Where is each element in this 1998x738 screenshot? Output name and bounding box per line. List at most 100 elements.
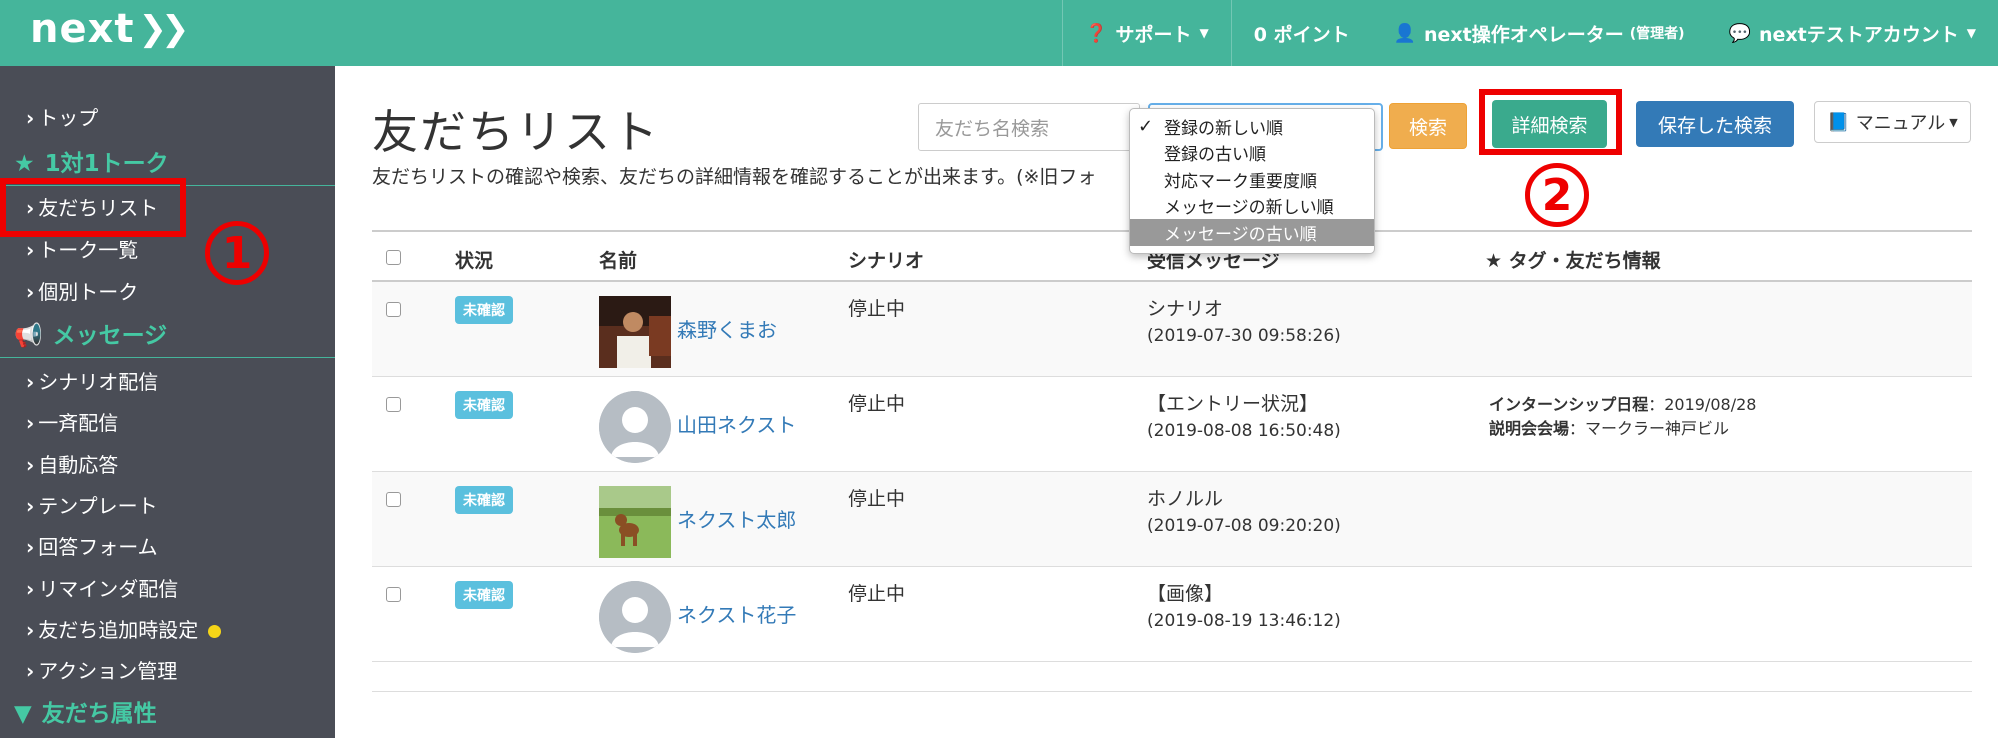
chevron-right-icon: › xyxy=(26,411,35,435)
table-row[interactable]: 未確認 ネクスト太郎 停止中 ホノルル (2019-07-08 09:20:20… xyxy=(372,472,1972,567)
caret-down-icon: ▼ xyxy=(1199,26,1209,40)
header-status[interactable]: 状況 xyxy=(455,246,493,273)
search-placeholder: 友だち名検索 xyxy=(935,117,1050,140)
chevron-right-icon: › xyxy=(26,370,35,394)
points-display[interactable]: 0 ポイント xyxy=(1230,0,1372,66)
sidebar-item-individual-talk[interactable]: › 個別トーク xyxy=(26,276,138,305)
detail-search-button[interactable]: 詳細検索 xyxy=(1492,100,1607,148)
sidebar-item-label: 友だち追加時設定 xyxy=(38,618,199,642)
sidebar-divider xyxy=(0,357,335,358)
operator-role: (管理者) xyxy=(1629,26,1685,42)
table-row[interactable]: 未確認 森野くまお 停止中 シナリオ (2019-07-30 09:58:26) xyxy=(372,282,1972,377)
book-icon: 📘 xyxy=(1827,111,1850,133)
section-label: 1対1トーク xyxy=(44,151,169,177)
filter-icon: ▼ xyxy=(14,701,32,727)
scenario-status: 停止中 xyxy=(848,298,906,320)
logo-text: next xyxy=(30,6,135,52)
sidebar-section-talk: ★ 1対1トーク xyxy=(14,144,169,178)
sort-option[interactable]: メッセージの新しい順 xyxy=(1130,193,1374,220)
received-message: シナリオ xyxy=(1147,298,1224,320)
sort-option[interactable]: ✓ 登録の新しい順 xyxy=(1130,113,1374,140)
sort-option[interactable]: 登録の古い順 xyxy=(1130,140,1374,167)
table-row[interactable]: 未確認 山田ネクスト 停止中 【エントリー状況】 (2019-08-08 16:… xyxy=(372,377,1972,472)
friend-name-link[interactable]: ネクスト太郎 xyxy=(677,504,796,533)
row-checkbox[interactable] xyxy=(386,302,401,317)
sidebar-item-friend-add-settings[interactable]: › 友だち追加時設定 xyxy=(26,614,222,643)
support-menu[interactable]: ❓ サポート ▼ xyxy=(1062,0,1231,66)
question-circle-icon: ❓ xyxy=(1085,22,1108,44)
tag-separator: ： xyxy=(1569,419,1586,438)
chevron-right-icon: › xyxy=(26,659,35,683)
friend-name-link[interactable]: 山田ネクスト xyxy=(677,409,796,438)
sort-option-label: 登録の古い順 xyxy=(1164,145,1266,166)
sidebar-item-top[interactable]: › トップ xyxy=(26,102,98,131)
sort-option-label: メッセージの新しい順 xyxy=(1164,198,1334,219)
header-tags[interactable]: ★ タグ・友だち情報 xyxy=(1485,246,1661,273)
sort-option-label: メッセージの古い順 xyxy=(1164,224,1317,245)
message-time: (2019-08-08 16:50:48) xyxy=(1147,421,1341,441)
account-menu[interactable]: 💬 nextテストアカウント ▼ xyxy=(1707,0,1998,66)
sidebar-item-label: 回答フォーム xyxy=(38,535,158,559)
avatar xyxy=(599,581,671,653)
tag-label: インターンシップ日程 xyxy=(1489,395,1649,414)
saved-search-button[interactable]: 保存した検索 xyxy=(1636,101,1794,147)
status-badge: 未確認 xyxy=(455,391,513,419)
sidebar-item-scenario[interactable]: › シナリオ配信 xyxy=(26,366,158,395)
section-label: 友だち属性 xyxy=(41,701,157,727)
tag-label: 説明会会場 xyxy=(1489,419,1570,438)
operator-menu[interactable]: 👤 next操作オペレーター (管理者) xyxy=(1372,0,1707,66)
message-time: (2019-07-30 09:58:26) xyxy=(1147,326,1341,346)
table-bottom-divider xyxy=(372,691,1972,692)
tag-value: マークラー神戸ビル xyxy=(1585,419,1730,438)
sidebar-item-template[interactable]: › テンプレート xyxy=(26,490,158,519)
sidebar-item-reminder[interactable]: › リマインダ配信 xyxy=(26,573,178,602)
star-icon: ★ xyxy=(14,151,35,177)
check-icon: ✓ xyxy=(1138,115,1154,137)
row-checkbox[interactable] xyxy=(386,587,401,602)
caret-down-icon: ▼ xyxy=(1949,115,1958,129)
friend-name-link[interactable]: 森野くまお xyxy=(677,314,777,343)
sidebar-item-answer-form[interactable]: › 回答フォーム xyxy=(26,531,158,560)
status-badge: 未確認 xyxy=(455,581,513,609)
message-time: (2019-08-19 13:46:12) xyxy=(1147,611,1341,631)
scenario-status: 停止中 xyxy=(848,393,906,415)
points-label: 0 ポイント xyxy=(1253,23,1350,46)
select-all-checkbox[interactable] xyxy=(386,250,401,265)
received-message: 【エントリー状況】 xyxy=(1147,393,1319,415)
sidebar-item-label: シナリオ配信 xyxy=(38,370,159,394)
sidebar-item-label: 個別トーク xyxy=(38,280,139,304)
logo[interactable]: next ❯❯ xyxy=(30,6,190,52)
sidebar-item-talk-list[interactable]: › トーク一覧 xyxy=(26,234,138,263)
sidebar-item-auto-reply[interactable]: › 自動応答 xyxy=(26,449,118,478)
sort-dropdown-menu: ✓ 登録の新しい順 登録の古い順 対応マーク重要度順 メッセージの新しい順 メッセ… xyxy=(1129,108,1375,254)
sidebar-item-label: トーク一覧 xyxy=(38,238,139,262)
comment-icon: 💬 xyxy=(1728,22,1751,44)
row-checkbox[interactable] xyxy=(386,397,401,412)
manual-button[interactable]: 📘 マニュアル ▼ xyxy=(1814,101,1971,143)
sort-option[interactable]: 対応マーク重要度順 xyxy=(1130,166,1374,193)
operator-name: next操作オペレーター xyxy=(1424,23,1624,46)
sidebar-section-message: 📢 メッセージ xyxy=(14,316,167,350)
message-time: (2019-07-08 09:20:20) xyxy=(1147,516,1341,536)
header-name[interactable]: 名前 xyxy=(599,246,637,273)
annotation-number-one: 1 xyxy=(205,221,269,285)
page-title: 友だちリスト xyxy=(372,105,660,159)
caret-down-icon: ▼ xyxy=(1966,26,1976,40)
status-badge: 未確認 xyxy=(455,486,513,514)
megaphone-icon: 📢 xyxy=(14,323,43,349)
search-button[interactable]: 検索 xyxy=(1389,103,1467,149)
user-icon: 👤 xyxy=(1393,22,1417,44)
received-message: ホノルル xyxy=(1147,488,1224,510)
friend-name-link[interactable]: ネクスト花子 xyxy=(677,599,796,628)
sidebar-item-action-manage[interactable]: › アクション管理 xyxy=(26,655,177,684)
sidebar-item-broadcast[interactable]: › 一斉配信 xyxy=(26,407,118,436)
table-row[interactable]: 未確認 ネクスト花子 停止中 【画像】 (2019-08-19 13:46:12… xyxy=(372,567,1972,662)
page-description: 友だちリストの確認や検索、友だちの詳細情報を確認することが出来ます。(※旧フォ xyxy=(372,166,1097,188)
sidebar: › トップ ★ 1対1トーク › 友だちリスト › トーク一覧 › 個別トーク 📢 メッセー… xyxy=(0,66,335,738)
top-nav-menu: ❓ サポート ▼ 0 ポイント 👤 next操作オペレーター (管理者) 💬 n… xyxy=(1062,0,1998,66)
sort-option-highlighted[interactable]: メッセージの古い順 xyxy=(1130,219,1374,246)
row-checkbox[interactable] xyxy=(386,492,401,507)
friend-name-search-input[interactable]: 友だち名検索 xyxy=(918,103,1140,151)
logo-chevron-icon: ❯❯ xyxy=(138,9,190,49)
header-scenario[interactable]: シナリオ xyxy=(848,246,924,273)
